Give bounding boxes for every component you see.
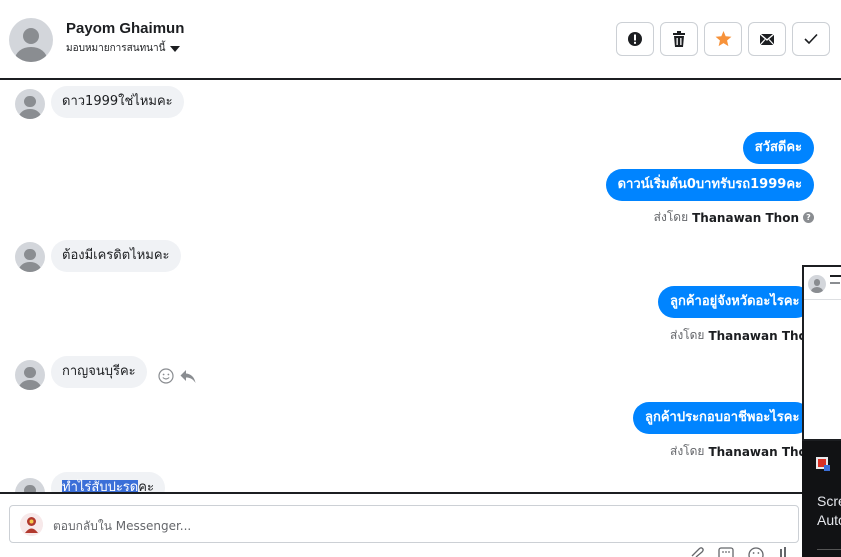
star-button[interactable] (704, 22, 742, 56)
sent-by-prefix: ส่งโดย (653, 210, 689, 224)
attachment-icon[interactable] (690, 547, 704, 557)
sent-by-label: ส่งโดย Thanawan Thon (670, 326, 815, 345)
contact-avatar[interactable] (9, 18, 53, 62)
checkmark-icon (804, 33, 818, 45)
reply-icon[interactable] (180, 368, 196, 384)
more-options-icon[interactable] (778, 547, 788, 557)
envelope-icon (759, 33, 775, 46)
sent-by-name: Thanawan Thon (708, 444, 816, 459)
sent-by-label: ส่งโดย Thanawan Thon ? (654, 208, 814, 227)
sender-avatar[interactable] (15, 242, 45, 272)
sent-by-prefix: ส่งโดย (670, 444, 705, 458)
trash-icon (673, 31, 685, 47)
message-text-rest: คะ (138, 480, 154, 494)
system-notification[interactable]: Scre Auto (802, 441, 841, 557)
assign-conversation-label: มอบหมายการสนทนานี้ (66, 43, 166, 54)
floating-chat-window[interactable] (802, 265, 841, 441)
mark-spam-button[interactable] (616, 22, 654, 56)
floating-chat-header (804, 267, 841, 300)
conversation-actions (616, 22, 830, 56)
outgoing-message[interactable]: สวัสดีคะ (742, 132, 814, 164)
help-icon[interactable]: ? (803, 212, 814, 223)
outgoing-message[interactable]: ลูกค้าอยู่จังหวัดอะไรคะ (658, 286, 812, 318)
page-avatar (20, 513, 43, 536)
mark-unread-button[interactable] (748, 22, 786, 56)
incoming-message[interactable]: ดาว1999ใช่ไหมคะ (51, 86, 184, 118)
outgoing-message[interactable]: ลูกค้าประกอบอาชีพอะไรคะ (633, 402, 812, 434)
contact-name[interactable]: Payom Ghaimun (66, 20, 184, 37)
incoming-message[interactable]: ทำไร่สับปะรดคะ (51, 472, 165, 494)
mark-done-button[interactable] (792, 22, 830, 56)
composer-tools (690, 547, 788, 557)
conversation-header: Payom Ghaimun มอบหมายการสนทนานี้ (0, 0, 841, 80)
notification-subtitle: Auto (817, 512, 841, 528)
sent-by-name: Thanawan Thon (708, 328, 816, 343)
snipping-tool-icon (816, 457, 830, 471)
emoji-picker-icon[interactable] (748, 547, 764, 557)
reply-placeholder: ตอบกลับใน Messenger... (53, 519, 192, 533)
sender-avatar[interactable] (15, 478, 45, 492)
incoming-message[interactable]: ต้องมีเครดิตไหมคะ (51, 240, 181, 272)
delete-button[interactable] (660, 22, 698, 56)
selected-text: ทำไร่สับปะรด (62, 480, 139, 494)
notification-title: Scre (817, 493, 841, 509)
assign-conversation-dropdown[interactable]: มอบหมายการสนทนานี้ (66, 41, 181, 56)
outgoing-message[interactable]: ดาวน์เริ่มต้น0บาทรับรถ1999คะ (605, 169, 814, 201)
sender-avatar[interactable] (15, 89, 45, 119)
emoji-icon[interactable] (158, 368, 174, 384)
message-actions (158, 368, 196, 384)
alert-icon (628, 32, 642, 46)
reply-composer: ตอบกลับใน Messenger... (0, 494, 802, 557)
saved-replies-icon[interactable] (718, 547, 734, 557)
caret-down-icon (170, 45, 181, 52)
reply-input[interactable]: ตอบกลับใน Messenger... (9, 505, 799, 543)
incoming-message[interactable]: กาญจนบุรีคะ (51, 356, 147, 388)
star-icon (715, 31, 731, 47)
sent-by-label: ส่งโดย Thanawan Thon (670, 442, 815, 461)
floating-chat-avatar (808, 275, 826, 293)
sent-by-prefix: ส่งโดย (670, 328, 705, 342)
message-thread[interactable]: ดาว1999ใช่ไหมคะ สวัสดีคะ ดาวน์เริ่มต้น0บ… (0, 80, 841, 494)
sent-by-name: Thanawan Thon (692, 210, 799, 225)
sender-avatar[interactable] (15, 360, 45, 390)
